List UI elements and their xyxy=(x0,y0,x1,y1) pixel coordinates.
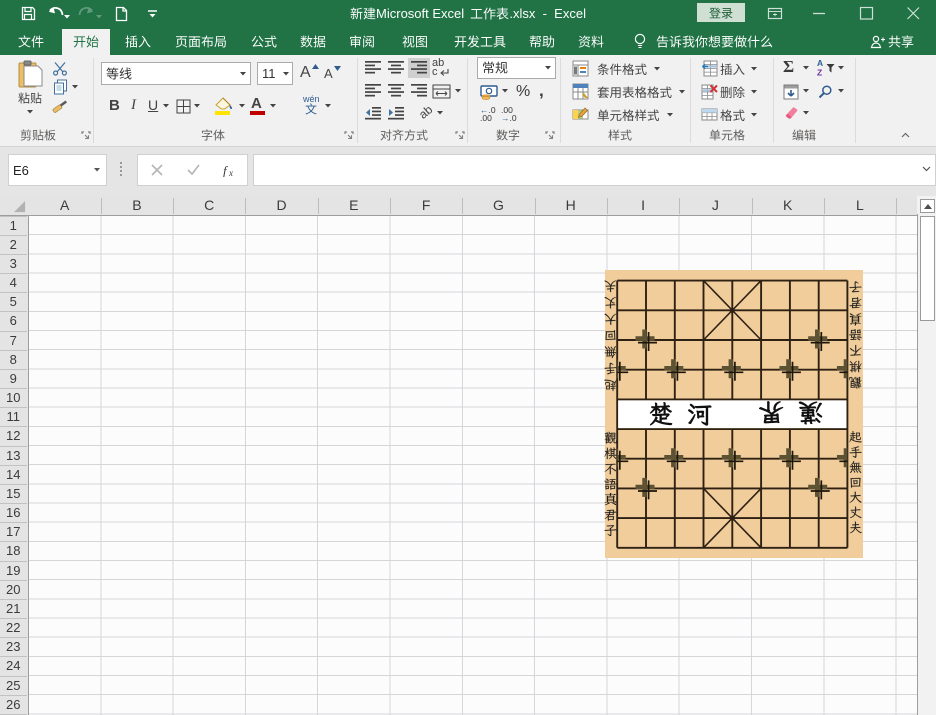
svg-text:A: A xyxy=(817,58,823,68)
svg-text:x: x xyxy=(228,168,233,177)
svg-text:Z: Z xyxy=(817,68,822,77)
